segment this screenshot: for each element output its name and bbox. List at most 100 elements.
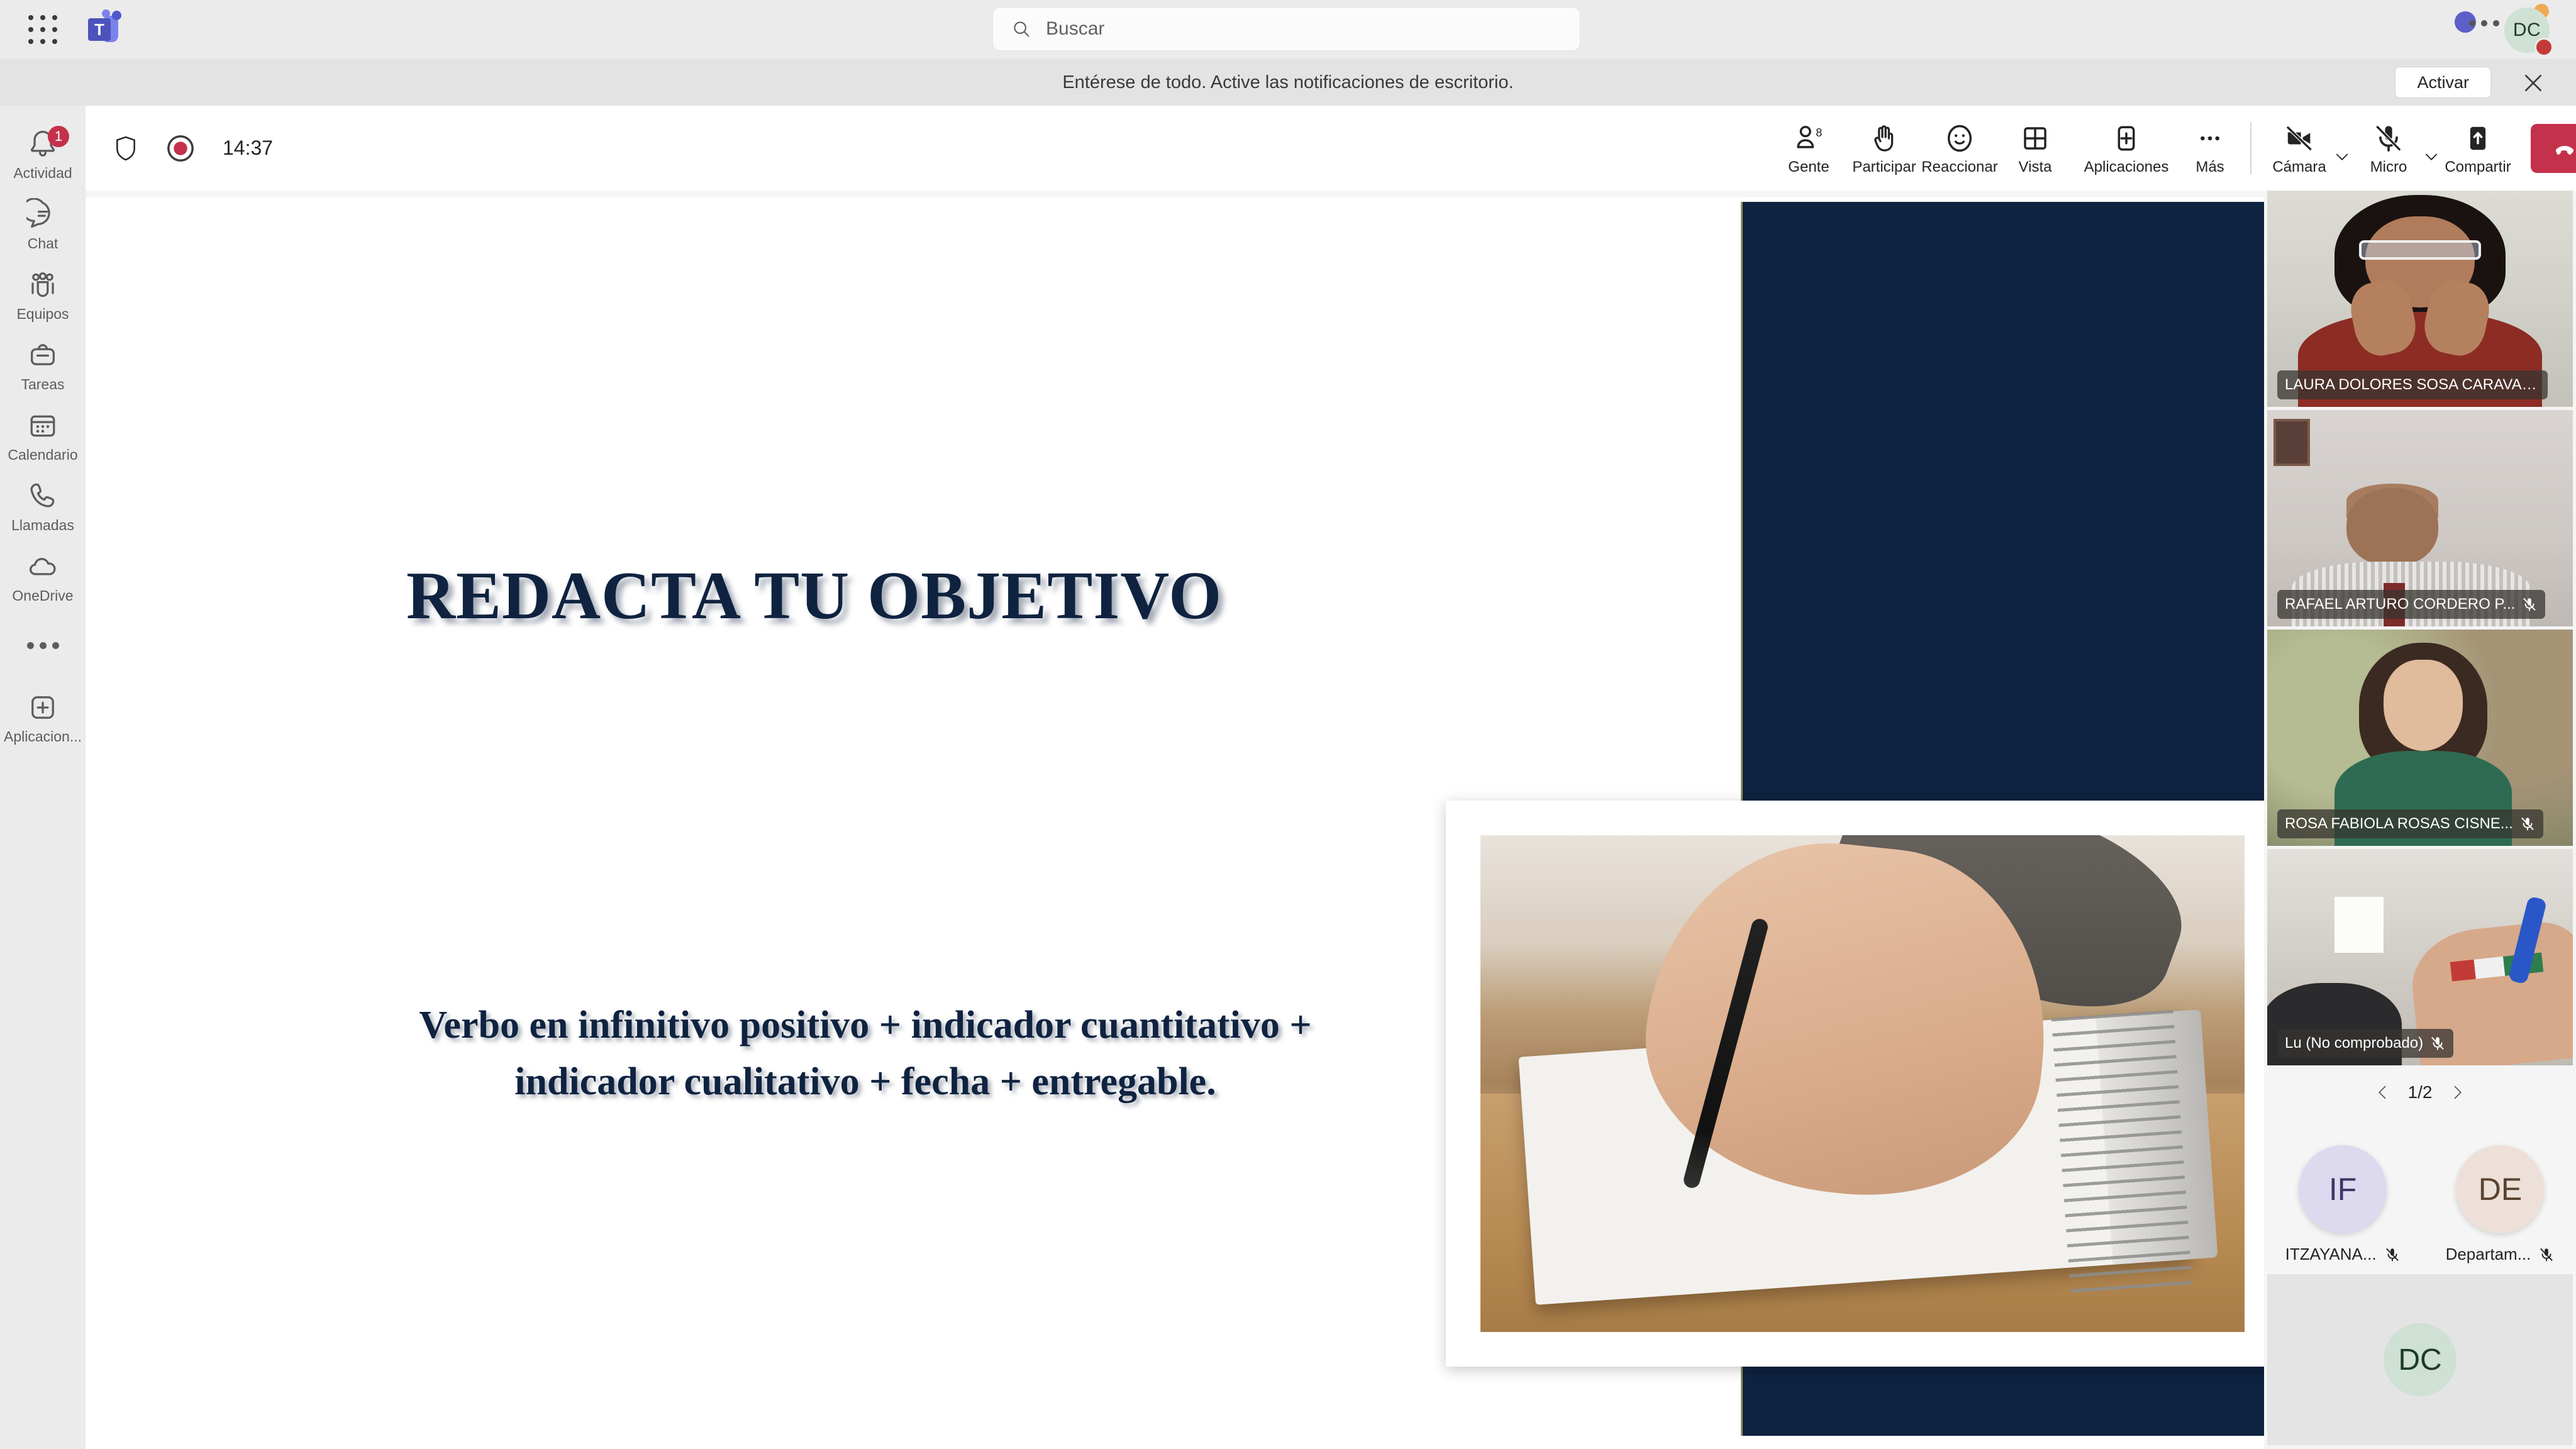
tile-name-chip: ROSA FABIOLA ROSAS CISNE... <box>2277 809 2543 838</box>
raise-hand-icon <box>1868 121 1901 156</box>
sidebar-item-onedrive[interactable]: OneDrive <box>0 542 86 613</box>
toolbar-reaccionar-button[interactable]: Reaccionar <box>1921 111 1998 186</box>
teams-app-window: T Buscar DC Entérese de todo. Active las… <box>0 0 2576 1449</box>
topbar-more-icon[interactable] <box>2469 20 2499 26</box>
sidebar-item-label: Actividad <box>13 165 72 181</box>
activar-button[interactable]: Activar <box>2395 67 2491 98</box>
teams-icon <box>31 272 54 297</box>
banner-message: Entérese de todo. Active las notificacio… <box>1062 72 1514 92</box>
toolbar-button-label: Micro <box>2370 158 2407 175</box>
slide-title: REDACTA TU OBJETIVO <box>406 558 1223 633</box>
cloud-icon <box>30 558 56 575</box>
sidebar-item-chat[interactable]: Chat <box>0 190 86 260</box>
avatar: DE <box>2456 1145 2545 1233</box>
tile-participant-name: ROSA FABIOLA ROSAS CISNE... <box>2285 815 2513 832</box>
salir-button[interactable]: Salir <box>2531 123 2576 173</box>
sidebar-item-label: OneDrive <box>12 587 74 604</box>
calendar-icon <box>30 415 55 437</box>
smiley-icon <box>1943 121 1976 156</box>
left-rail: 1 Actividad Chat Equipos Tareas Calendar… <box>0 106 86 1449</box>
plus-box-icon <box>31 696 54 719</box>
meeting-timer: 14:37 <box>223 136 274 159</box>
tile-name-chip: LAURA DOLORES SOSA CARAVAN... <box>2277 370 2548 399</box>
phone-icon <box>30 483 55 508</box>
video-tile[interactable]: RAFAEL ARTURO CORDERO P... <box>2267 410 2573 626</box>
tasks-icon <box>31 344 55 365</box>
meeting-stage: REDACTA TU OBJETIVO Verbo en infinitivo … <box>86 191 2264 1449</box>
tile-name-chip: RAFAEL ARTURO CORDERO P... <box>2277 590 2546 619</box>
share-screen-icon <box>2462 121 2494 156</box>
slide-body-text: Verbo en infinitivo positivo + indicador… <box>419 1004 1312 1103</box>
sidebar-item-label: Calendario <box>8 447 78 463</box>
tile-participant-name: RAFAEL ARTURO CORDERO P... <box>2285 596 2516 613</box>
tile-participant-name: Lu (No comprobado) <box>2285 1035 2424 1052</box>
more-icon <box>26 642 59 649</box>
toolbar-button-label: Participar <box>1852 158 1916 175</box>
sidebar-item-aplicaciones[interactable]: Aplicacion... <box>0 683 86 753</box>
chat-icon <box>26 198 50 228</box>
hangup-icon <box>2555 145 2574 155</box>
panel-pagination: 1/2 <box>2264 1069 2576 1116</box>
participants-panel: LAURA DOLORES SOSA CARAVAN... RAFAEL ART… <box>2264 191 2576 1449</box>
slide-photo <box>1446 801 2264 1367</box>
toolbar-aplicaciones-button[interactable]: Aplicaciones <box>2073 111 2180 186</box>
activity-badge: 1 <box>48 126 69 147</box>
chevron-right-icon[interactable] <box>2448 1084 2466 1101</box>
avatar-participants-row: IF ITZAYANA... DE Departam... <box>2264 1145 2576 1264</box>
chevron-down-icon[interactable] <box>2333 148 2351 165</box>
sidebar-item-calendario[interactable]: Calendario <box>0 401 86 472</box>
camera-off-icon <box>2283 121 2316 156</box>
sidebar-item-more[interactable] <box>0 613 86 683</box>
self-video-tile[interactable]: DC <box>2267 1274 2573 1445</box>
toolbar-mas-button[interactable]: Más <box>2180 111 2240 186</box>
shield-icon <box>116 136 135 160</box>
people-icon: 8 <box>1792 121 1825 156</box>
close-icon[interactable] <box>2521 70 2546 96</box>
chevron-left-icon[interactable] <box>2374 1084 2392 1101</box>
search-icon <box>1014 21 1030 37</box>
recording-icon <box>167 135 194 162</box>
mic-off-icon <box>2372 121 2405 156</box>
chevron-down-icon[interactable] <box>2423 148 2440 165</box>
teams-logo-letter: T <box>88 18 111 41</box>
search-input[interactable]: Buscar <box>1046 18 1104 40</box>
search-bar[interactable]: Buscar <box>992 7 1580 51</box>
toolbar-gente-button[interactable]: 8 Gente <box>1771 111 1846 186</box>
sidebar-item-label: Aplicacion... <box>3 728 82 745</box>
sidebar-item-tareas[interactable]: Tareas <box>0 331 86 401</box>
presence-badge <box>2534 38 2553 57</box>
toolbar-compartir-button[interactable]: Compartir <box>2440 111 2516 186</box>
video-tile[interactable]: ROSA FABIOLA ROSAS CISNE... <box>2267 630 2573 846</box>
toolbar-camara-button[interactable]: Cámara <box>2262 111 2337 186</box>
teams-logo-icon: T <box>86 9 126 50</box>
mic-off-icon <box>2431 1036 2444 1050</box>
participant-name: Departam... <box>2445 1245 2531 1263</box>
page-indicator: 1/2 <box>2407 1082 2433 1102</box>
participant-avatar-tile[interactable]: DE Departam... <box>2446 1145 2555 1264</box>
top-bar: T Buscar DC <box>0 0 2576 59</box>
sidebar-item-actividad[interactable]: 1 Actividad <box>0 119 86 190</box>
participant-avatar-tile[interactable]: IF ITZAYANA... <box>2285 1145 2401 1264</box>
sidebar-item-llamadas[interactable]: Llamadas <box>0 472 86 542</box>
toolbar-button-label: Cámara <box>2272 158 2326 175</box>
toolbar-participar-button[interactable]: Participar <box>1846 111 1922 186</box>
toolbar-vista-button[interactable]: Vista <box>1997 111 2073 186</box>
mic-off-icon <box>2540 1248 2553 1262</box>
toolbar-divider <box>2250 122 2251 174</box>
grid-view-icon <box>2019 121 2051 156</box>
video-tile[interactable]: LAURA DOLORES SOSA CARAVAN... <box>2267 191 2573 407</box>
avatar: IF <box>2299 1145 2387 1233</box>
video-tile[interactable]: Lu (No comprobado) <box>2267 849 2573 1065</box>
toolbar-button-label: Vista <box>2018 158 2052 175</box>
mic-off-icon <box>2523 597 2536 611</box>
toolbar-button-label: Más <box>2196 158 2224 175</box>
sidebar-item-label: Llamadas <box>11 517 74 533</box>
toolbar-button-label: Reaccionar <box>1921 158 1998 175</box>
app-launcher-icon[interactable] <box>25 12 60 47</box>
shared-slide: REDACTA TU OBJETIVO Verbo en infinitivo … <box>86 197 2264 1449</box>
apps-plus-icon <box>2110 121 2143 156</box>
tile-name-chip: Lu (No comprobado) <box>2277 1029 2454 1058</box>
toolbar-micro-button[interactable]: Micro <box>2351 111 2426 186</box>
participant-name: ITZAYANA... <box>2285 1245 2377 1263</box>
sidebar-item-equipos[interactable]: Equipos <box>0 260 86 331</box>
